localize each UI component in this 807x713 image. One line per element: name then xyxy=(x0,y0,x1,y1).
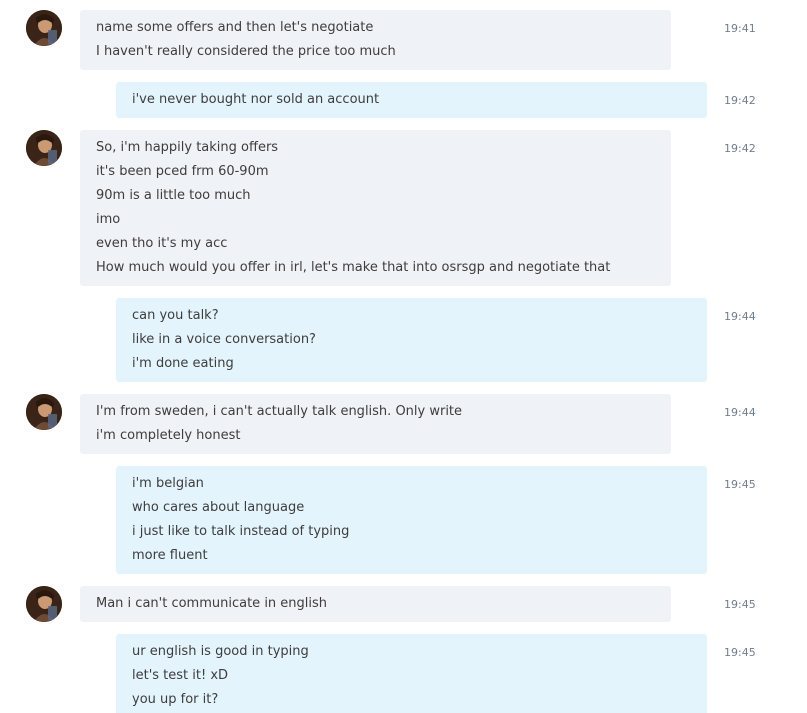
message-bubble-outgoing[interactable]: ur english is good in typing let's test … xyxy=(116,634,707,713)
avatar-image xyxy=(26,10,62,46)
message-line: imo xyxy=(96,212,121,227)
message-line: you up for it? xyxy=(132,692,219,707)
message-line: let's test it! xD xyxy=(132,668,229,683)
message-line: name some offers and then let's negotiat… xyxy=(96,20,374,35)
message-line: So, i'm happily taking offers xyxy=(96,140,279,155)
message-line: can you talk? xyxy=(132,308,219,323)
contact-avatar[interactable] xyxy=(26,10,62,46)
chat-conversation: name some offers and then let's negotiat… xyxy=(0,0,807,713)
message-line: i'm done eating xyxy=(132,356,234,371)
message-bubble-outgoing[interactable]: i'm belgian who cares about language i j… xyxy=(116,466,707,574)
message-bubble-incoming[interactable]: Man i can't communicate in english xyxy=(80,586,671,622)
message-timestamp: 19:44 xyxy=(724,406,756,419)
message-bubble-outgoing[interactable]: can you talk? like in a voice conversati… xyxy=(116,298,707,382)
message-timestamp: 19:42 xyxy=(724,94,756,107)
message-bubble-incoming[interactable]: name some offers and then let's negotiat… xyxy=(80,10,671,70)
contact-avatar[interactable] xyxy=(26,394,62,430)
message-timestamp: 19:45 xyxy=(724,646,756,659)
message-line: even tho it's my acc xyxy=(96,236,228,251)
message-bubble-incoming[interactable]: I'm from sweden, i can't actually talk e… xyxy=(80,394,671,454)
message-line: ur english is good in typing xyxy=(132,644,309,659)
message-line: i'm completely honest xyxy=(96,428,241,443)
contact-avatar[interactable] xyxy=(26,586,62,622)
message-bubble-incoming[interactable]: So, i'm happily taking offers it's been … xyxy=(80,130,671,286)
message-line: i'm belgian xyxy=(132,476,204,491)
message-line: more fluent xyxy=(132,548,208,563)
avatar-image xyxy=(26,586,62,622)
message-line: i just like to talk instead of typing xyxy=(132,524,350,539)
message-line: How much would you offer in irl, let's m… xyxy=(96,260,611,275)
message-line: I haven't really considered the price to… xyxy=(96,44,396,59)
message-line: Man i can't communicate in english xyxy=(96,596,328,611)
message-line: I'm from sweden, i can't actually talk e… xyxy=(96,404,463,419)
message-line: who cares about language xyxy=(132,500,305,515)
message-timestamp: 19:44 xyxy=(724,310,756,323)
message-bubble-outgoing[interactable]: i've never bought nor sold an account xyxy=(116,82,707,118)
message-line: it's been pced frm 60-90m xyxy=(96,164,269,179)
contact-avatar[interactable] xyxy=(26,130,62,166)
avatar-image xyxy=(26,394,62,430)
message-timestamp: 19:41 xyxy=(724,22,756,35)
avatar-image xyxy=(26,130,62,166)
message-timestamp: 19:42 xyxy=(724,142,756,155)
message-timestamp: 19:45 xyxy=(724,478,756,491)
message-line: i've never bought nor sold an account xyxy=(132,92,380,107)
message-line: 90m is a little too much xyxy=(96,188,251,203)
message-timestamp: 19:45 xyxy=(724,598,756,611)
message-line: like in a voice conversation? xyxy=(132,332,316,347)
